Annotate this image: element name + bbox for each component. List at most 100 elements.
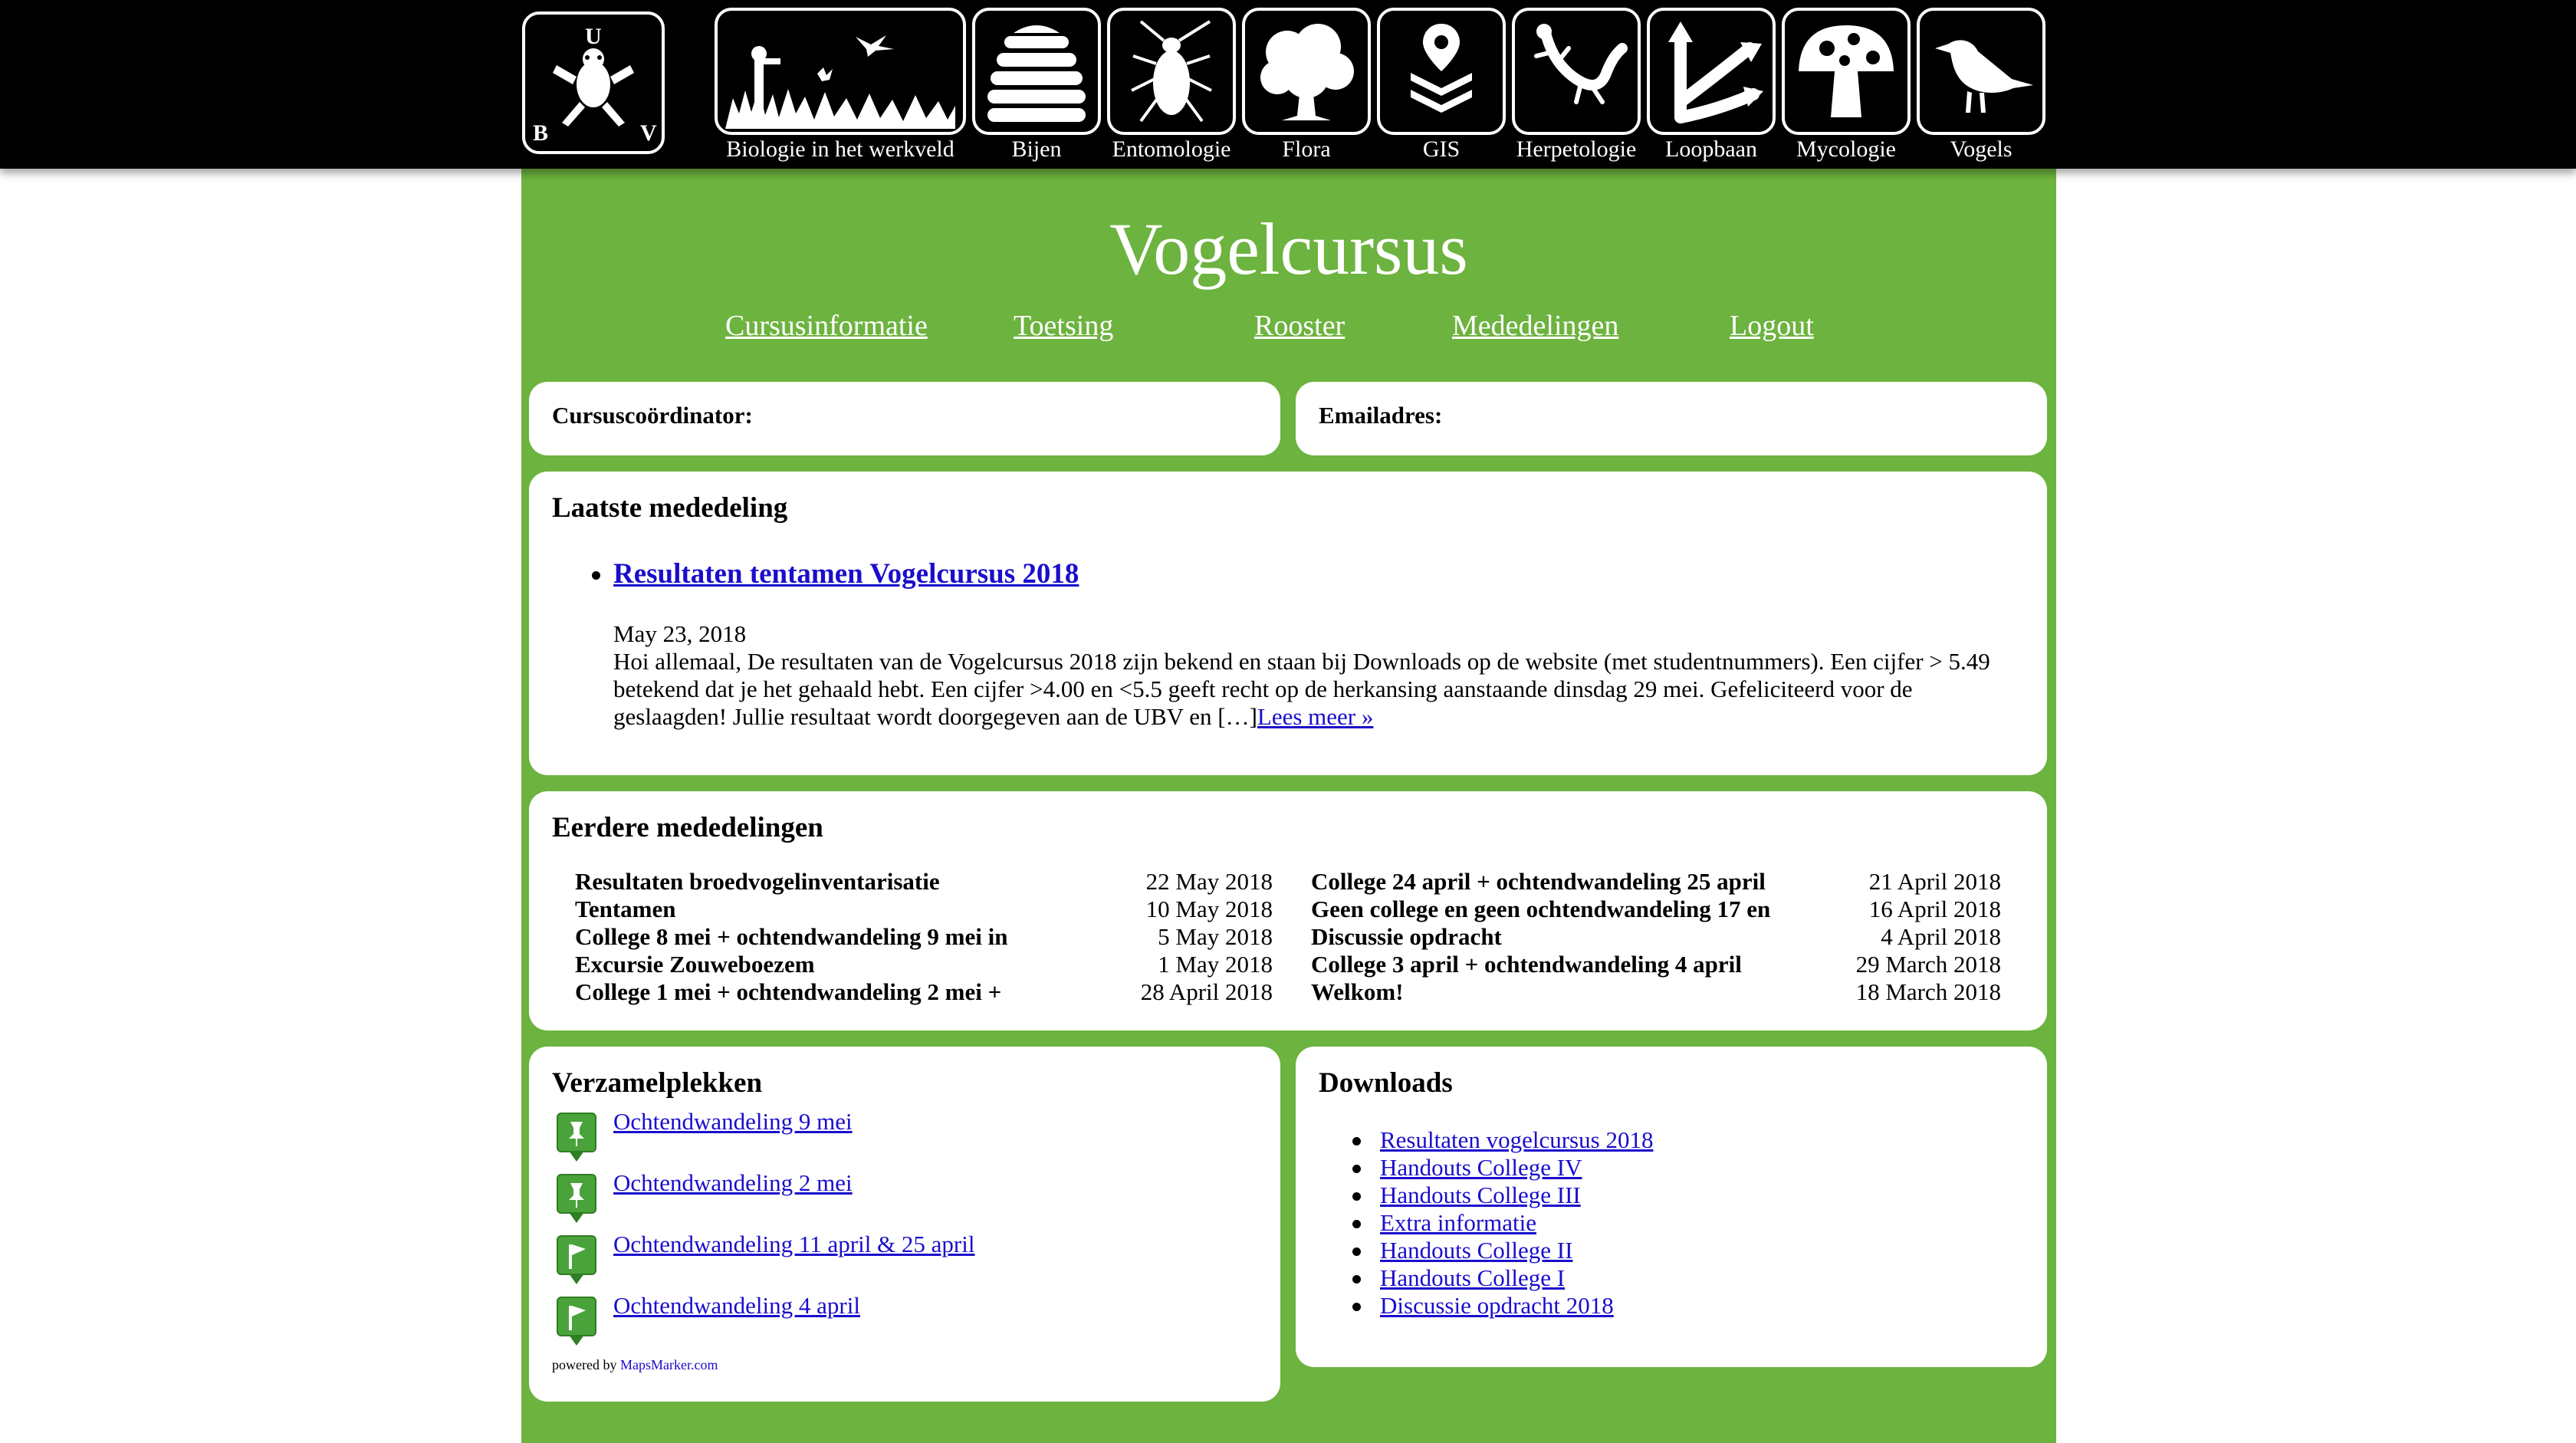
previous-announcements-card: Eerdere mededelingen Resultaten broedvog… (529, 791, 2047, 1030)
list-item[interactable]: Tentamen 10 May 2018 (575, 896, 1273, 923)
download-item[interactable]: Handouts College II (1352, 1237, 1572, 1264)
latest-heading: Laatste mededeling (552, 492, 788, 524)
location-link[interactable]: Ochtendwandeling 9 mei (613, 1108, 853, 1136)
announcement-date: 1 May 2018 (1158, 951, 1273, 978)
announcement-date: 4 April 2018 (1881, 923, 2001, 950)
page-title: Vogelcursus (1109, 208, 1468, 290)
downloads-heading: Downloads (1319, 1067, 1453, 1099)
announcement-title[interactable]: College 8 mei + ochtendwandeling 9 mei i… (575, 923, 1081, 951)
latest-announcement-date: May 23, 2018 (613, 620, 747, 647)
list-item[interactable]: College 24 april + ochtendwandeling 25 a… (1311, 868, 2001, 896)
announcement-date: 10 May 2018 (1145, 896, 1273, 922)
announcement-date: 22 May 2018 (1145, 868, 1273, 895)
announcement-title[interactable]: Geen college en geen ochtendwandeling 17… (1311, 896, 1817, 923)
pin-marker-icon (557, 1174, 596, 1223)
locations-heading: Verzamelplekken (552, 1067, 763, 1099)
list-item[interactable]: College 3 april + ochtendwandeling 4 apr… (1311, 951, 2001, 978)
career-arrows-icon (1668, 21, 1763, 123)
insect-icon (1131, 20, 1212, 123)
category-label: Biologie in het werkveld (726, 136, 955, 162)
powered-by-prefix: powered by (552, 1357, 617, 1372)
location-link[interactable]: Ochtendwandeling 4 april (613, 1292, 860, 1320)
latest-announcement-body: May 23, 2018 Hoi allemaal, De resultaten… (613, 620, 2032, 731)
downloads-card: Downloads Resultaten vogelcursus 2018 Ha… (1296, 1047, 2047, 1367)
map-layers-icon (1411, 24, 1472, 113)
list-bullet (1352, 1137, 1361, 1146)
announcement-title[interactable]: College 1 mei + ochtendwandeling 2 mei + (575, 978, 1081, 1006)
download-item[interactable]: Handouts College I (1352, 1264, 1565, 1292)
field-birdwatcher-icon (725, 35, 955, 129)
download-link[interactable]: Handouts College II (1380, 1237, 1572, 1264)
download-link[interactable]: Handouts College I (1380, 1264, 1565, 1291)
location-link[interactable]: Ochtendwandeling 2 mei (613, 1169, 853, 1197)
location-link[interactable]: Ochtendwandeling 11 april & 25 april (613, 1231, 974, 1258)
powered-by: powered by MapsMarker.com (552, 1357, 718, 1373)
announcement-title[interactable]: Tentamen (575, 896, 1081, 923)
announcement-title[interactable]: Discussie opdracht (1311, 923, 1817, 951)
email-label: Emailadres: (1319, 402, 1443, 429)
announcement-title[interactable]: Excursie Zouweboezem (575, 951, 1081, 978)
download-item[interactable]: Discussie opdracht 2018 (1352, 1292, 1614, 1320)
announcement-date: 16 April 2018 (1868, 896, 2001, 922)
download-item[interactable]: Handouts College III (1352, 1182, 1581, 1209)
flag-marker-icon (557, 1235, 596, 1284)
nav-cursusinformatie[interactable]: Cursusinformatie (725, 309, 928, 343)
latest-announcement-card: Laatste mededeling Resultaten tentamen V… (529, 472, 2047, 775)
nav-rooster[interactable]: Rooster (1254, 309, 1345, 343)
flag-marker-icon (557, 1297, 596, 1346)
coordinator-card: Cursuscoördinator: (529, 382, 1280, 455)
category-label: Vogels (1950, 136, 2013, 162)
list-item[interactable]: Discussie opdracht 4 April 2018 (1311, 923, 2001, 951)
announcement-date: 28 April 2018 (1140, 978, 1273, 1005)
download-item[interactable]: Resultaten vogelcursus 2018 (1352, 1126, 1653, 1154)
list-item[interactable]: Welkom! 18 March 2018 (1311, 978, 2001, 1006)
announcement-title[interactable]: College 24 april + ochtendwandeling 25 a… (1311, 868, 1817, 896)
list-bullet (1352, 1220, 1361, 1228)
download-link[interactable]: Extra informatie (1380, 1209, 1536, 1236)
frog-icon (553, 48, 634, 127)
list-bullet (1352, 1303, 1361, 1311)
download-link[interactable]: Handouts College IV (1380, 1154, 1582, 1181)
beehive-icon (987, 25, 1086, 122)
list-bullet (1352, 1192, 1361, 1201)
list-bullet (592, 571, 600, 580)
latest-announcement-title[interactable]: Resultaten tentamen Vogelcursus 2018 (613, 557, 1079, 590)
read-more-link[interactable]: Lees meer » (1257, 703, 1373, 730)
download-link[interactable]: Resultaten vogelcursus 2018 (1380, 1126, 1653, 1153)
announcement-title[interactable]: Welkom! (1311, 978, 1817, 1006)
list-item[interactable]: Resultaten broedvogelinventarisatie 22 M… (575, 868, 1273, 896)
ubv-logo[interactable]: U B V (522, 12, 665, 154)
bird-icon (1935, 40, 2033, 113)
pin-marker-icon (557, 1113, 596, 1162)
list-bullet (1352, 1275, 1361, 1284)
nav-toetsing[interactable]: Toetsing (1014, 309, 1113, 343)
list-item[interactable]: Geen college en geen ochtendwandeling 17… (1311, 896, 2001, 923)
list-item[interactable]: College 8 mei + ochtendwandeling 9 mei i… (575, 923, 1273, 951)
previous-heading: Eerdere mededelingen (552, 812, 823, 843)
coordinator-label: Cursuscoördinator: (552, 402, 753, 429)
announcement-date: 18 March 2018 (1855, 978, 2001, 1005)
nav-mededelingen[interactable]: Mededelingen (1452, 309, 1618, 343)
list-item[interactable]: College 1 mei + ochtendwandeling 2 mei +… (575, 978, 1273, 1006)
main-content: Vogelcursus Cursusinformatie Toetsing Ro… (521, 169, 2056, 1443)
list-bullet (1352, 1165, 1361, 1173)
download-item[interactable]: Extra informatie (1352, 1209, 1536, 1237)
announcement-date: 5 May 2018 (1158, 923, 1273, 950)
download-item[interactable]: Handouts College IV (1352, 1154, 1582, 1182)
download-link[interactable]: Discussie opdracht 2018 (1380, 1292, 1614, 1319)
announcement-date: 21 April 2018 (1868, 868, 2001, 895)
list-bullet (1352, 1247, 1361, 1256)
lizard-icon (1534, 24, 1628, 104)
announcement-date: 29 March 2018 (1855, 951, 2001, 978)
email-card: Emailadres: (1296, 382, 2047, 455)
tree-icon (1260, 24, 1354, 120)
locations-card: Verzamelplekken Ochtendwandeling 9 mei O… (529, 1047, 1280, 1402)
list-item[interactable]: Excursie Zouweboezem 1 May 2018 (575, 951, 1273, 978)
announcement-title[interactable]: Resultaten broedvogelinventarisatie (575, 868, 1081, 896)
mapsmarker-link[interactable]: MapsMarker.com (620, 1357, 718, 1372)
nav-logout[interactable]: Logout (1730, 309, 1814, 343)
announcement-title[interactable]: College 3 april + ochtendwandeling 4 apr… (1311, 951, 1817, 978)
download-link[interactable]: Handouts College III (1380, 1182, 1581, 1208)
mushroom-icon (1799, 25, 1894, 117)
top-category-bar: U B V Biologie in het werkveld Bijen Ent… (0, 0, 2576, 169)
